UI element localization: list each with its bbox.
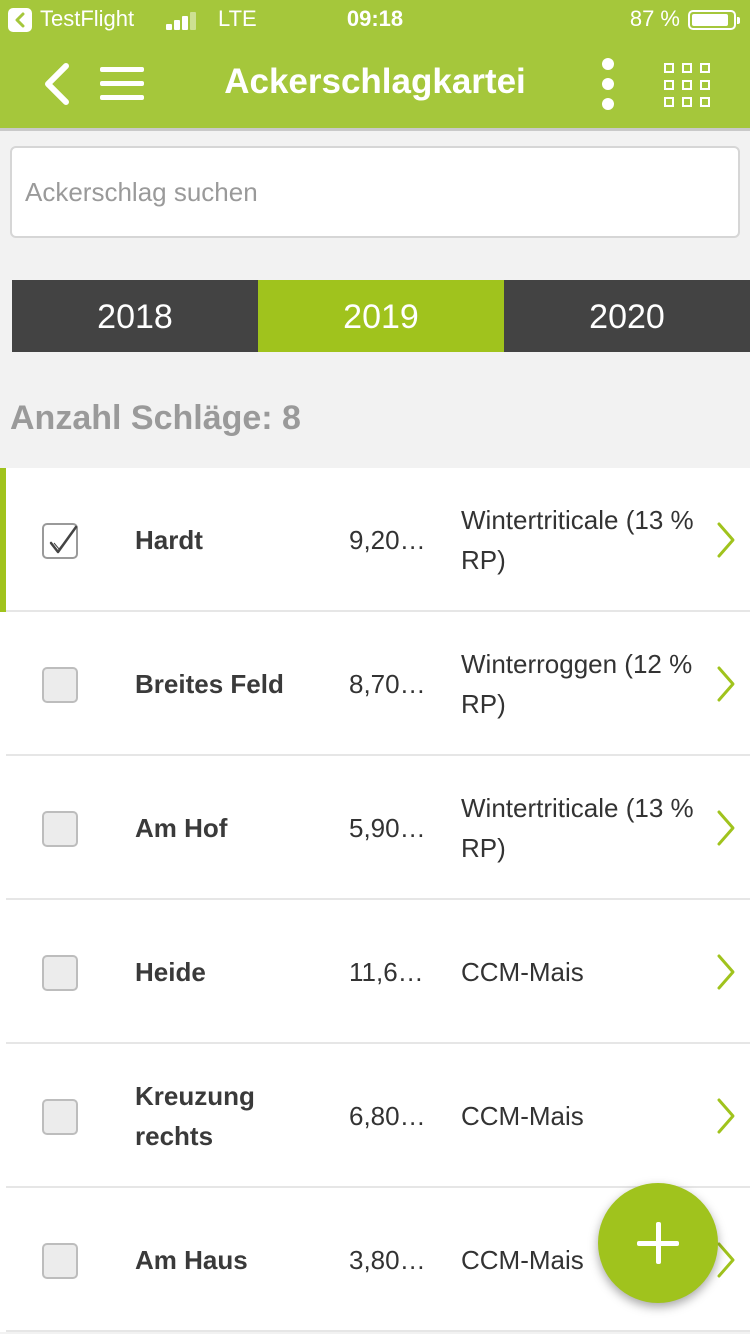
battery-icon: [688, 10, 740, 30]
selection-accent: [0, 468, 6, 612]
top-bar-shadow: [0, 128, 750, 131]
tab-year-2019[interactable]: 2019: [258, 280, 504, 352]
field-crop: CCM-Mais: [461, 1101, 584, 1131]
field-name: Am Haus: [135, 1245, 248, 1275]
search-input[interactable]: [10, 146, 740, 238]
field-area: 6,80…: [349, 1100, 426, 1131]
field-crop: Winterroggen (12 % RP): [461, 649, 693, 719]
row-checkbox[interactable]: [42, 1243, 78, 1279]
row-checkbox[interactable]: [42, 667, 78, 703]
chevron-right-icon[interactable]: [714, 664, 738, 704]
field-area: 9,20…: [349, 524, 426, 555]
field-name: Am Hof: [135, 813, 228, 843]
field-name: Hardt: [135, 525, 203, 555]
list-item[interactable]: Heide 11,6… CCM-Mais: [0, 900, 750, 1044]
field-count-label: Anzahl Schläge: 8: [10, 399, 301, 437]
tab-year-2018[interactable]: 2018: [12, 280, 258, 352]
field-name: Breites Feld: [135, 669, 284, 699]
tab-year-2020[interactable]: 2020: [504, 280, 750, 352]
battery-percentage: 87 %: [629, 6, 680, 31]
list-item[interactable]: Kreuzung rechts 6,80… CCM-Mais: [0, 1044, 750, 1188]
field-area: 8,70…: [349, 668, 426, 699]
row-checkbox[interactable]: [42, 811, 78, 847]
row-divider: [6, 1330, 750, 1332]
chevron-right-icon[interactable]: [714, 952, 738, 992]
field-area: 3,80…: [349, 1244, 426, 1275]
page-title: Ackerschlagkartei: [224, 62, 526, 101]
field-name: Kreuzung rechts: [135, 1081, 255, 1151]
grid-icon[interactable]: [664, 63, 710, 107]
vertical-dots-icon[interactable]: [596, 58, 620, 112]
year-tabs: 2018 2019 2020: [12, 280, 750, 352]
list-item[interactable]: Am Hof 5,90… Wintertriticale (13 % RP): [0, 756, 750, 900]
add-field-button[interactable]: [598, 1183, 718, 1303]
status-bar: TestFlight LTE 09:18 87 %: [0, 0, 750, 40]
checkmark-icon: [49, 525, 78, 554]
row-checkbox[interactable]: [42, 1099, 78, 1135]
field-name: Heide: [135, 957, 206, 987]
field-area: 11,6…: [349, 956, 424, 987]
plus-icon-vertical: [656, 1222, 661, 1264]
chevron-right-icon[interactable]: [714, 520, 738, 560]
chevron-right-icon[interactable]: [714, 808, 738, 848]
row-checkbox[interactable]: [42, 955, 78, 991]
field-crop: Wintertriticale (13 % RP): [461, 505, 694, 575]
list-item[interactable]: Breites Feld 8,70… Winterroggen (12 % RP…: [0, 612, 750, 756]
field-area: 5,90…: [349, 812, 426, 843]
chevron-right-icon[interactable]: [714, 1096, 738, 1136]
list-item[interactable]: Hardt 9,20… Wintertriticale (13 % RP): [0, 468, 750, 612]
row-checkbox[interactable]: [42, 523, 78, 559]
field-crop: Wintertriticale (13 % RP): [461, 793, 694, 863]
field-crop: CCM-Mais: [461, 957, 584, 987]
